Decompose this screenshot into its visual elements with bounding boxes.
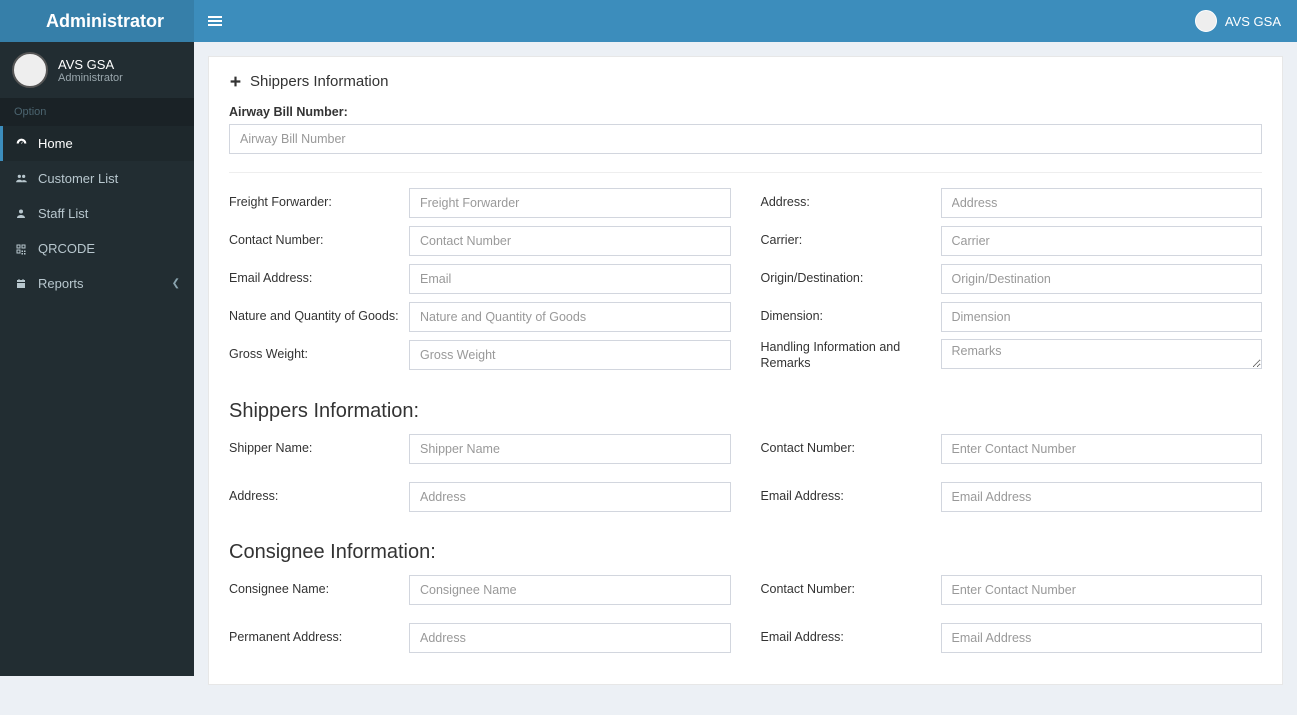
sidebar-item-label: Customer List (38, 171, 118, 186)
remarks-input[interactable] (941, 339, 1263, 369)
shipper-name-label: Shipper Name: (229, 441, 409, 457)
remarks-label: Handling Information and Remarks (761, 340, 941, 371)
shipper-name-input[interactable] (409, 434, 731, 464)
plus-icon (229, 75, 242, 88)
avatar (12, 52, 48, 88)
sidebar-profile: AVS GSA Administrator (0, 42, 194, 98)
bars-icon (208, 14, 222, 28)
shipper-contact-input[interactable] (941, 434, 1263, 464)
sidebar-item-label: Home (38, 136, 73, 151)
menu-toggle-button[interactable] (194, 14, 236, 28)
sidebar-item-customer-list[interactable]: Customer List (0, 161, 194, 196)
sidebar-item-label: QRCODE (38, 241, 95, 256)
divider (229, 172, 1262, 173)
shippers-heading: Shippers Information: (229, 400, 1262, 423)
dimension-label: Dimension: (761, 309, 941, 325)
consignee-email-label: Email Address: (761, 630, 941, 646)
contact-number-label: Contact Number: (229, 233, 409, 249)
awb-label: Airway Bill Number: (229, 105, 348, 119)
sidebar-item-staff-list[interactable]: Staff List (0, 196, 194, 231)
awb-input[interactable] (229, 124, 1262, 154)
nature-label: Nature and Quantity of Goods: (229, 309, 409, 325)
consignee-name-input[interactable] (409, 575, 731, 605)
consignee-address-input[interactable] (409, 623, 731, 653)
shipper-email-input[interactable] (941, 482, 1263, 512)
sidebar: AVS GSA Administrator Option Home Custom… (0, 42, 194, 676)
consignee-heading: Consignee Information: (229, 541, 1262, 564)
email-input[interactable] (409, 264, 731, 294)
address-input[interactable] (941, 188, 1263, 218)
consignee-contact-label: Contact Number: (761, 582, 941, 598)
avatar (1195, 10, 1217, 32)
email-label: Email Address: (229, 271, 409, 287)
consignee-name-label: Consignee Name: (229, 582, 409, 598)
top-bar: Administrator AVS GSA (0, 0, 1297, 42)
brand-title: Administrator (0, 0, 194, 42)
nature-input[interactable] (409, 302, 731, 332)
profile-role: Administrator (58, 72, 123, 84)
sidebar-item-label: Staff List (38, 206, 88, 221)
shipper-address-input[interactable] (409, 482, 731, 512)
sidebar-item-label: Reports (38, 276, 84, 291)
shipper-contact-label: Contact Number: (761, 441, 941, 457)
user-icon (14, 207, 28, 220)
sidebar-item-home[interactable]: Home (0, 126, 194, 161)
sidebar-section-header: Option (0, 98, 194, 126)
content-area: Shippers Information Airway Bill Number:… (194, 42, 1297, 715)
gross-weight-label: Gross Weight: (229, 347, 409, 363)
dashboard-icon (14, 137, 28, 150)
carrier-label: Carrier: (761, 233, 941, 249)
freight-forwarder-input[interactable] (409, 188, 731, 218)
freight-forwarder-label: Freight Forwarder: (229, 195, 409, 211)
users-icon (14, 172, 28, 185)
gross-weight-input[interactable] (409, 340, 731, 370)
origin-input[interactable] (941, 264, 1263, 294)
sidebar-item-reports[interactable]: Reports ❮ (0, 266, 194, 301)
origin-label: Origin/Destination: (761, 271, 941, 287)
box-title: Shippers Information (229, 73, 1262, 90)
shipper-email-label: Email Address: (761, 489, 941, 505)
contact-number-input[interactable] (409, 226, 731, 256)
dimension-input[interactable] (941, 302, 1263, 332)
shipper-address-label: Address: (229, 489, 409, 505)
topbar-user-name: AVS GSA (1225, 14, 1281, 29)
qrcode-icon (14, 243, 28, 255)
consignee-email-input[interactable] (941, 623, 1263, 653)
consignee-contact-input[interactable] (941, 575, 1263, 605)
user-menu[interactable]: AVS GSA (1179, 10, 1297, 32)
sidebar-item-qrcode[interactable]: QRCODE (0, 231, 194, 266)
consignee-address-label: Permanent Address: (229, 630, 409, 646)
form-box: Shippers Information Airway Bill Number:… (208, 56, 1283, 685)
chevron-left-icon: ❮ (172, 278, 180, 289)
address-label: Address: (761, 195, 941, 211)
profile-name: AVS GSA (58, 57, 123, 72)
carrier-input[interactable] (941, 226, 1263, 256)
calendar-icon (14, 278, 28, 290)
